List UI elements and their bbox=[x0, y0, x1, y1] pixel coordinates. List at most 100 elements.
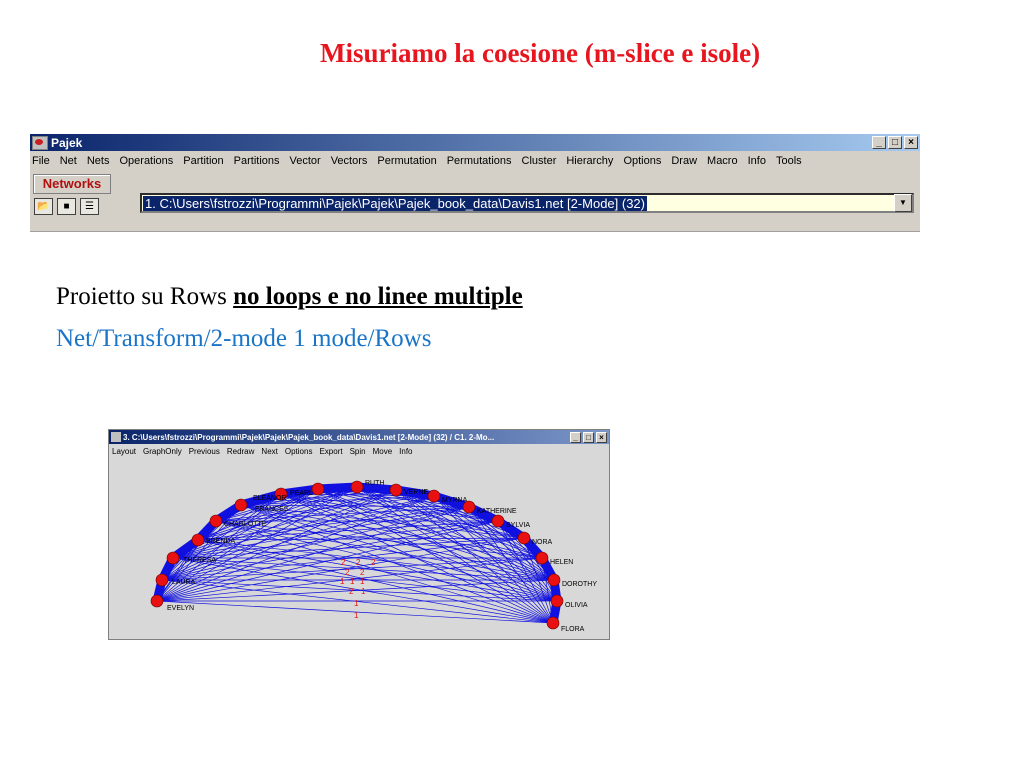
menu-cluster[interactable]: Cluster bbox=[522, 155, 557, 167]
menu-vector[interactable]: Vector bbox=[290, 155, 321, 167]
edge-weight-label: 1 bbox=[350, 577, 355, 586]
save-disk-icon[interactable]: ■ bbox=[57, 198, 76, 215]
menu-permutation[interactable]: Permutation bbox=[377, 155, 436, 167]
menu-file[interactable]: File bbox=[32, 155, 50, 167]
edge-weight-label: 2 bbox=[371, 558, 376, 567]
node-label-katherine: KATHERINE bbox=[477, 508, 517, 515]
draw-menu-options[interactable]: Options bbox=[285, 447, 313, 456]
node-label-flora: FLORA bbox=[561, 626, 585, 633]
slide-title: Misuriamo la coesione (m-slice e isole) bbox=[320, 38, 761, 68]
draw-menu-previous[interactable]: Previous bbox=[189, 447, 220, 456]
menu-hierarchy[interactable]: Hierarchy bbox=[566, 155, 613, 167]
node-myrna[interactable] bbox=[427, 489, 441, 503]
node-theresa[interactable] bbox=[166, 551, 180, 565]
menu-macro[interactable]: Macro bbox=[707, 155, 738, 167]
node-helen[interactable] bbox=[535, 551, 549, 565]
draw-minimize-button[interactable]: _ bbox=[570, 431, 581, 443]
menu-nets[interactable]: Nets bbox=[87, 155, 110, 167]
menu-path-instruction: Net/Transform/2-mode 1 mode/Rows bbox=[56, 325, 432, 352]
draw-window-title-bar[interactable]: 3. C:\Users\fstrozzi\Programmi\Pajek\Paj… bbox=[109, 430, 609, 444]
edge-weight-label: 1 bbox=[360, 577, 365, 586]
draw-menu-spin[interactable]: Spin bbox=[350, 447, 366, 456]
projection-instruction: Proietto su Rows no loops e no linee mul… bbox=[56, 283, 523, 310]
node-pearl[interactable] bbox=[311, 482, 325, 496]
node-laura[interactable] bbox=[155, 573, 169, 587]
node-label-evelyn: EVELYN bbox=[167, 605, 194, 612]
edge-weight-label: 1 bbox=[354, 611, 359, 620]
edge-weight-label: 1 bbox=[354, 599, 359, 608]
draw-window-title: 3. C:\Users\fstrozzi\Programmi\Pajek\Paj… bbox=[123, 432, 495, 442]
network-select[interactable]: 1. C:\Users\fstrozzi\Programmi\Pajek\Paj… bbox=[140, 193, 914, 213]
node-label-myrna: MYRNA bbox=[442, 497, 468, 504]
menu-permutations[interactable]: Permutations bbox=[447, 155, 512, 167]
node-dorothy[interactable] bbox=[547, 573, 561, 587]
draw-menu-next[interactable]: Next bbox=[261, 447, 277, 456]
close-button[interactable]: × bbox=[904, 136, 918, 149]
open-folder-icon[interactable]: 📂 bbox=[34, 198, 53, 215]
menu-options[interactable]: Options bbox=[623, 155, 661, 167]
node-brenda[interactable] bbox=[191, 533, 205, 547]
pajek-menubar: File Net Nets Operations Partition Parti… bbox=[30, 151, 920, 171]
edge-weight-label: 1 bbox=[361, 587, 366, 596]
edge-weight-label: 1 bbox=[340, 577, 345, 586]
node-olivia[interactable] bbox=[550, 594, 564, 608]
menu-operations[interactable]: Operations bbox=[119, 155, 173, 167]
draw-close-button[interactable]: × bbox=[596, 431, 607, 443]
node-ruth[interactable] bbox=[350, 480, 364, 494]
node-label-laura: LAURA bbox=[172, 579, 196, 586]
node-label-brenda: BRENDA bbox=[206, 538, 236, 545]
node-label-eleanor: ELEANOR bbox=[253, 495, 286, 502]
node-label-olivia: OLIVIA bbox=[565, 602, 588, 609]
node-label-pearl: PEARL bbox=[290, 490, 313, 497]
minimize-button[interactable]: _ bbox=[872, 136, 886, 149]
edge-line bbox=[215, 520, 555, 581]
chevron-down-icon[interactable]: ▼ bbox=[894, 194, 912, 212]
draw-maximize-button[interactable]: □ bbox=[583, 431, 594, 443]
node-label-dorothy: DOROTHY bbox=[562, 581, 597, 588]
menu-info[interactable]: Info bbox=[748, 155, 766, 167]
node-flora[interactable] bbox=[546, 616, 560, 630]
menu-vectors[interactable]: Vectors bbox=[331, 155, 368, 167]
menu-net[interactable]: Net bbox=[60, 155, 77, 167]
edge-weight-label: 2 bbox=[341, 558, 346, 567]
networks-label: Networks bbox=[33, 174, 111, 194]
pajek-title-bar[interactable]: Pajek _ □ × bbox=[30, 134, 920, 151]
node-label-frances: FRANCES bbox=[255, 506, 289, 513]
draw-menu-info[interactable]: Info bbox=[399, 447, 412, 456]
maximize-button[interactable]: □ bbox=[888, 136, 902, 149]
menu-tools[interactable]: Tools bbox=[776, 155, 802, 167]
draw-window: 3. C:\Users\fstrozzi\Programmi\Pajek\Paj… bbox=[108, 429, 610, 640]
node-charlotte[interactable] bbox=[209, 514, 223, 528]
menu-partitions[interactable]: Partitions bbox=[234, 155, 280, 167]
node-frances[interactable] bbox=[234, 498, 248, 512]
node-label-charlotte: CHARLOTTE bbox=[224, 521, 267, 528]
draw-menu-export[interactable]: Export bbox=[319, 447, 342, 456]
node-label-theresa: THERESA bbox=[183, 557, 216, 564]
node-nora[interactable] bbox=[517, 531, 531, 545]
draw-menu-layout[interactable]: Layout bbox=[112, 447, 136, 456]
node-evelyn[interactable] bbox=[150, 594, 164, 608]
pajek-window-title: Pajek bbox=[51, 135, 83, 150]
draw-menu-move[interactable]: Move bbox=[373, 447, 393, 456]
edge-weight-label: 2 bbox=[345, 568, 350, 577]
node-verne[interactable] bbox=[389, 483, 403, 497]
draw-app-icon bbox=[111, 432, 121, 442]
draw-menu-graphonly[interactable]: GraphOnly bbox=[143, 447, 182, 456]
menu-partition[interactable]: Partition bbox=[183, 155, 223, 167]
node-katherine[interactable] bbox=[462, 500, 476, 514]
network-graph[interactable]: 2 2 22 21 1 12 111EVELYNLAURATHERESABRENDACHAR… bbox=[109, 458, 609, 639]
info-icon[interactable]: ☰ bbox=[80, 198, 99, 215]
edge-weight-label: 2 bbox=[349, 587, 354, 596]
selected-network-text: 1. C:\Users\fstrozzi\Programmi\Pajek\Paj… bbox=[143, 195, 647, 211]
menu-draw[interactable]: Draw bbox=[671, 155, 697, 167]
pajek-main-window: Pajek _ □ × File Net Nets Operations Par… bbox=[30, 134, 920, 232]
edge-weight-label: 2 bbox=[360, 568, 365, 577]
draw-menu-redraw[interactable]: Redraw bbox=[227, 447, 255, 456]
draw-menubar: Layout GraphOnly Previous Redraw Next Op… bbox=[109, 444, 609, 458]
edge-line bbox=[215, 520, 554, 624]
node-sylvia[interactable] bbox=[491, 514, 505, 528]
node-label-nora: NORA bbox=[532, 539, 553, 546]
node-label-verne: VERNE bbox=[404, 489, 428, 496]
node-label-helen: HELEN bbox=[550, 559, 573, 566]
node-label-ruth: RUTH bbox=[365, 480, 384, 487]
